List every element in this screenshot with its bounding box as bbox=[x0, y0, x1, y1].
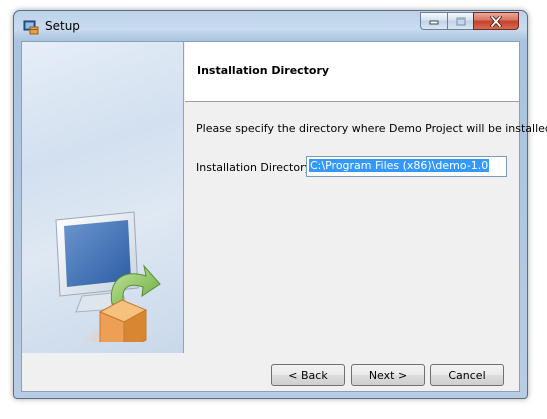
maximize-button[interactable] bbox=[447, 12, 473, 30]
setup-app-icon bbox=[23, 20, 39, 35]
installation-directory-value: C:\Program Files (x86)\demo-1.0 bbox=[309, 159, 490, 172]
close-icon bbox=[490, 15, 502, 27]
title-bar[interactable]: Setup bbox=[14, 11, 527, 42]
cancel-button[interactable]: Cancel bbox=[430, 364, 504, 386]
wizard-footer: < Back Next > Cancel bbox=[22, 353, 519, 391]
monitor-package-install-icon bbox=[55, 211, 161, 342]
minimize-button[interactable] bbox=[420, 12, 447, 30]
window-title: Setup bbox=[45, 19, 80, 33]
wizard-sidebar bbox=[22, 42, 184, 353]
page-description: Please specify the directory where Demo … bbox=[196, 122, 547, 135]
back-button[interactable]: < Back bbox=[271, 364, 345, 386]
wizard-header: Installation Directory bbox=[185, 42, 519, 102]
minimize-icon bbox=[429, 20, 439, 25]
page-title: Installation Directory bbox=[197, 64, 330, 77]
wizard-client-area: Installation Directory Please specify th… bbox=[21, 41, 547, 392]
installation-directory-input[interactable]: C:\Program Files (x86)\demo-1.0 bbox=[306, 156, 507, 177]
setup-window: Setup Installation Directory Please spec… bbox=[13, 10, 547, 399]
close-button[interactable] bbox=[473, 12, 519, 30]
next-button[interactable]: Next > bbox=[351, 364, 425, 386]
maximize-icon bbox=[456, 17, 465, 25]
installation-directory-label: Installation Directory bbox=[196, 161, 312, 174]
